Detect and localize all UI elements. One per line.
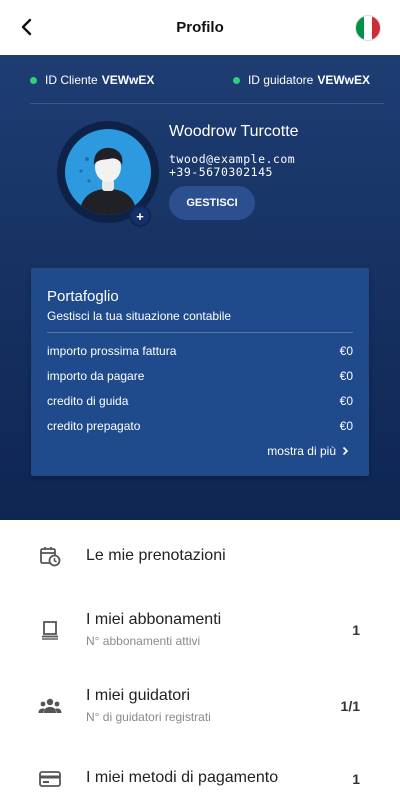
menu-item-bookings[interactable]: Le mie prenotazioni [0,520,400,593]
wallet-row-value: €0 [339,344,353,358]
menu-item-count: 1 [352,622,360,638]
user-phone: +39-5670302145 [169,165,273,179]
status-dot-icon [30,76,37,84]
wallet-title: Portafoglio [47,288,119,305]
menu-item-subtitle: N° abbonamenti attivi [86,634,201,648]
wallet-row: importo da pagare €0 [47,369,353,385]
wallet-card: Portafoglio Gestisci la tua situazione c… [31,268,369,476]
people-icon [38,694,62,718]
menu-item-subscriptions[interactable]: I miei abbonamenti N° abbonamenti attivi… [0,592,400,669]
menu-item-count: 1/1 [340,698,360,714]
wallet-row-label: importo prossima fattura [47,344,177,358]
back-arrow-icon[interactable] [14,14,40,40]
italy-flag-icon[interactable] [356,16,380,40]
user-silhouette-icon [65,129,151,215]
add-photo-button[interactable]: + [129,205,151,227]
driver-id: ID guidatore VEWwEX [232,73,370,87]
ids-row: ID Cliente VEWwEX ID guidatore VEWwEX [30,67,370,93]
wallet-row-value: €0 [339,369,353,383]
client-id: ID Cliente VEWwEX [30,73,154,87]
wallet-row: credito di guida €0 [47,394,353,410]
divider [30,103,384,104]
client-id-value: VEWwEX [101,73,155,87]
driver-id-value: VEWwEX [317,73,370,87]
user-email: twood@example.com [169,152,296,166]
profile-menu: Le mie prenotazioni I miei abbonamenti N… [0,520,400,800]
wallet-row-label: credito prepagato [47,419,141,433]
status-dot-icon [232,76,240,84]
menu-item-payment-methods[interactable]: I miei metodi di pagamento 1 [0,744,400,800]
client-id-label: ID Cliente [45,73,98,87]
menu-item-subtitle: N° di guidatori registrati [86,710,211,724]
user-name: Woodrow Turcotte [169,123,299,140]
menu-item-count: 1 [352,771,360,787]
subscription-icon [38,618,62,642]
wallet-row-label: credito di guida [47,394,129,408]
menu-item-title: I miei guidatori [86,687,191,704]
avatar[interactable]: + [57,121,159,227]
chevron-right-icon [342,446,349,456]
menu-item-title: Le mie prenotazioni [86,547,226,564]
top-bar: Profilo [0,0,400,56]
calendar-clock-icon [38,544,62,568]
menu-item-title: I miei metodi di pagamento [86,769,279,786]
wallet-row-value: €0 [339,419,353,433]
manage-button[interactable]: GESTISCI [169,186,255,220]
wallet-row: credito prepagato €0 [47,419,353,435]
page-title: Profilo [176,19,224,36]
wallet-row: importo prossima fattura €0 [47,344,353,360]
profile-header: ID Cliente VEWwEX ID guidatore VEWwEX + … [0,55,400,520]
show-more-label: mostra di più [267,444,336,458]
driver-id-label: ID guidatore [247,73,314,87]
credit-card-icon [38,767,62,791]
show-more-link[interactable]: mostra di più [267,444,349,458]
menu-item-drivers[interactable]: I miei guidatori N° di guidatori registr… [0,668,400,745]
wallet-subtitle: Gestisci la tua situazione contabile [47,309,232,323]
wallet-divider [47,332,353,333]
wallet-row-value: €0 [339,394,353,408]
menu-item-title: I miei abbonamenti [86,611,222,628]
wallet-row-label: importo da pagare [47,369,145,383]
